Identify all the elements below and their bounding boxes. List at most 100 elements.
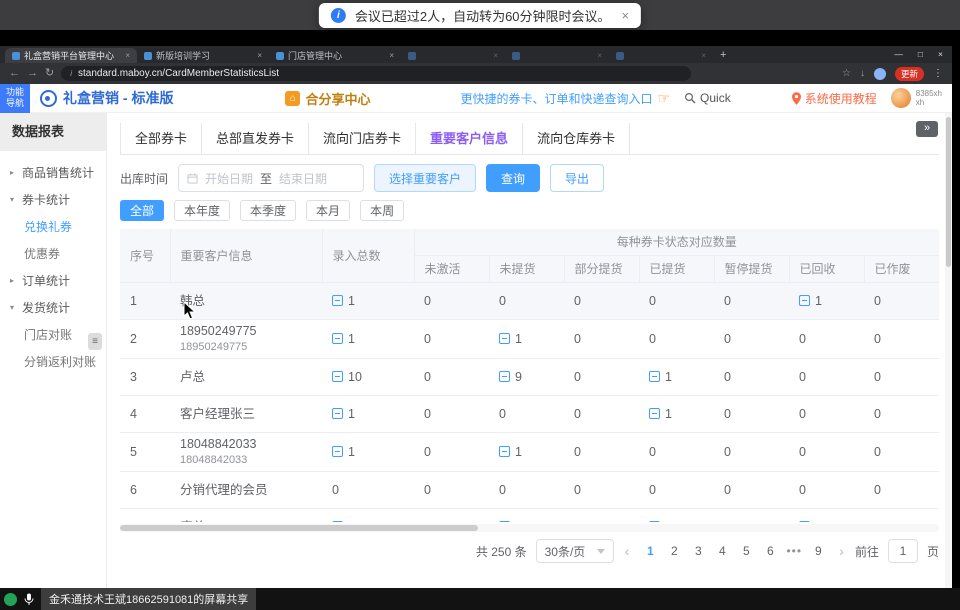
vertical-scrollbar-thumb[interactable]: [946, 117, 951, 267]
quick-entry-hint[interactable]: 更快捷的券卡、订单和快递查询入口: [460, 90, 652, 107]
toast-close-icon[interactable]: ×: [622, 8, 630, 23]
quick-filter-chip[interactable]: 本周: [360, 200, 404, 221]
sidebar-item[interactable]: ▸商品销售统计: [0, 159, 106, 186]
user-id: 8385xh: [916, 89, 942, 98]
tab-close-icon[interactable]: ×: [597, 51, 602, 60]
cell-value: 0: [424, 407, 479, 421]
window-maximize-icon[interactable]: □: [918, 49, 923, 59]
tab-close-icon[interactable]: ×: [125, 51, 130, 60]
back-icon[interactable]: ←: [9, 68, 20, 79]
page-size-select[interactable]: 30条/页: [536, 539, 614, 563]
content-tab[interactable]: 重要客户信息: [416, 123, 523, 154]
customer-name: 韩总: [180, 294, 312, 308]
count-text: 0: [724, 483, 731, 497]
tab-close-icon[interactable]: ×: [389, 51, 394, 60]
table-row[interactable]: 3卢总100901000: [120, 358, 939, 395]
browser-tab[interactable]: 门店管理中心×: [269, 48, 401, 63]
browser-profile-avatar[interactable]: [874, 68, 886, 80]
site-info-icon[interactable]: i: [70, 69, 72, 78]
status-count-cell: 0: [789, 432, 864, 471]
browser-tab[interactable]: ×: [505, 48, 609, 63]
table-row[interactable]: 6分销代理的会员00000000: [120, 471, 939, 508]
page-number[interactable]: 3: [688, 544, 708, 558]
status-count-cell: 18: [489, 508, 564, 522]
panel-collapse-icon[interactable]: »: [916, 121, 938, 137]
browser-tab[interactable]: ×: [609, 48, 713, 63]
reload-icon[interactable]: ↻: [45, 68, 54, 79]
status-count-cell: 0: [639, 319, 714, 358]
select-customer-button[interactable]: 选择重要客户: [374, 164, 476, 192]
table-row[interactable]: 1韩总10000010: [120, 282, 939, 319]
sidebar-item[interactable]: 分销返利对账: [0, 348, 106, 375]
browser-menu-icon[interactable]: ⋮: [933, 68, 943, 79]
browser-tab[interactable]: 礼盒营销平台管理中心×: [5, 48, 137, 63]
sidebar-item-label: 发货统计: [22, 299, 70, 316]
browser-tab[interactable]: ×: [401, 48, 505, 63]
customer-phone: 18048842033: [180, 454, 312, 467]
cell-value: 0: [874, 294, 929, 308]
content-tab[interactable]: 全部券卡: [120, 123, 202, 154]
tab-close-icon[interactable]: ×: [257, 51, 262, 60]
quick-filter-chip[interactable]: 本季度: [240, 200, 296, 221]
sidebar-item[interactable]: ▾发货统计: [0, 294, 106, 321]
cell-value: 0: [724, 332, 779, 346]
forward-icon[interactable]: →: [27, 68, 38, 79]
content-tab[interactable]: 总部直发券卡: [202, 123, 309, 154]
brand-logo-icon: [40, 90, 57, 107]
page-number[interactable]: 2: [664, 544, 684, 558]
page-number[interactable]: 9: [808, 544, 828, 558]
sidebar-item-label: 订单统计: [22, 272, 70, 289]
user-avatar[interactable]: [891, 88, 911, 108]
content-tab[interactable]: 流向仓库券卡: [523, 123, 630, 154]
goto-page-input[interactable]: 1: [888, 539, 918, 563]
quick-search-button[interactable]: Quick: [684, 91, 731, 105]
browser-tab[interactable]: 新版培训学习×: [137, 48, 269, 63]
table-row[interactable]: 4客户经理张三10001000: [120, 395, 939, 432]
count-text: 0: [799, 332, 806, 346]
table-row[interactable]: 5180488420331804884203310100000: [120, 432, 939, 471]
user-name[interactable]: 8385xh xh: [916, 89, 942, 107]
new-tab-icon[interactable]: +: [720, 49, 726, 61]
function-nav-button[interactable]: 功能导航: [0, 84, 30, 113]
horizontal-scrollbar-thumb[interactable]: [120, 525, 478, 531]
download-icon[interactable]: ↓: [860, 68, 865, 79]
sidebar-item[interactable]: ▸订单统计: [0, 267, 106, 294]
table-row[interactable]: 7唐总2001801010: [120, 508, 939, 522]
window-close-icon[interactable]: ×: [938, 49, 943, 59]
table-row[interactable]: 2189502497751895024977510100000: [120, 319, 939, 358]
share-center-link[interactable]: ⌂ 合分享中心: [285, 89, 370, 108]
sidebar-collapse-handle[interactable]: ≡: [88, 333, 102, 350]
prev-page-icon[interactable]: ‹: [623, 543, 632, 559]
count-text: 0: [874, 407, 881, 421]
date-range-input[interactable]: 开始日期 至 结束日期: [178, 164, 364, 192]
sidebar-item[interactable]: 兑换礼券: [0, 213, 106, 240]
browser-update-button[interactable]: 更新: [895, 67, 924, 81]
sidebar-item[interactable]: 优惠券: [0, 240, 106, 267]
cell-value: 18: [499, 520, 554, 523]
pin-icon: [792, 92, 801, 105]
status-count-cell: 0: [639, 282, 714, 319]
page-number[interactable]: 4: [712, 544, 732, 558]
bookmark-star-icon[interactable]: ☆: [842, 68, 851, 79]
page-number[interactable]: 5: [736, 544, 756, 558]
page-number[interactable]: 6: [760, 544, 780, 558]
page-number[interactable]: 1: [640, 544, 660, 558]
date-separator: 至: [260, 170, 272, 187]
next-page-icon[interactable]: ›: [837, 543, 846, 559]
card-icon: [332, 521, 343, 522]
sidebar-item[interactable]: ▾券卡统计: [0, 186, 106, 213]
quick-filter-chip[interactable]: 本月: [306, 200, 350, 221]
quick-filter-chip[interactable]: 本年度: [174, 200, 230, 221]
quick-filter-chip[interactable]: 全部: [120, 200, 164, 221]
tab-close-icon[interactable]: ×: [493, 51, 498, 60]
goto-label: 前往: [855, 543, 879, 560]
export-button[interactable]: 导出: [550, 164, 604, 192]
window-minimize-icon[interactable]: —: [894, 49, 903, 59]
cell-value: 0: [874, 407, 929, 421]
content-tab[interactable]: 流向门店券卡: [309, 123, 416, 154]
url-omnibox[interactable]: i standard.maboy.cn/CardMemberStatistics…: [61, 66, 691, 81]
card-icon: [499, 521, 510, 522]
search-button[interactable]: 查询: [486, 164, 540, 192]
tab-close-icon[interactable]: ×: [701, 51, 706, 60]
tutorial-link[interactable]: 系统使用教程: [792, 90, 877, 107]
